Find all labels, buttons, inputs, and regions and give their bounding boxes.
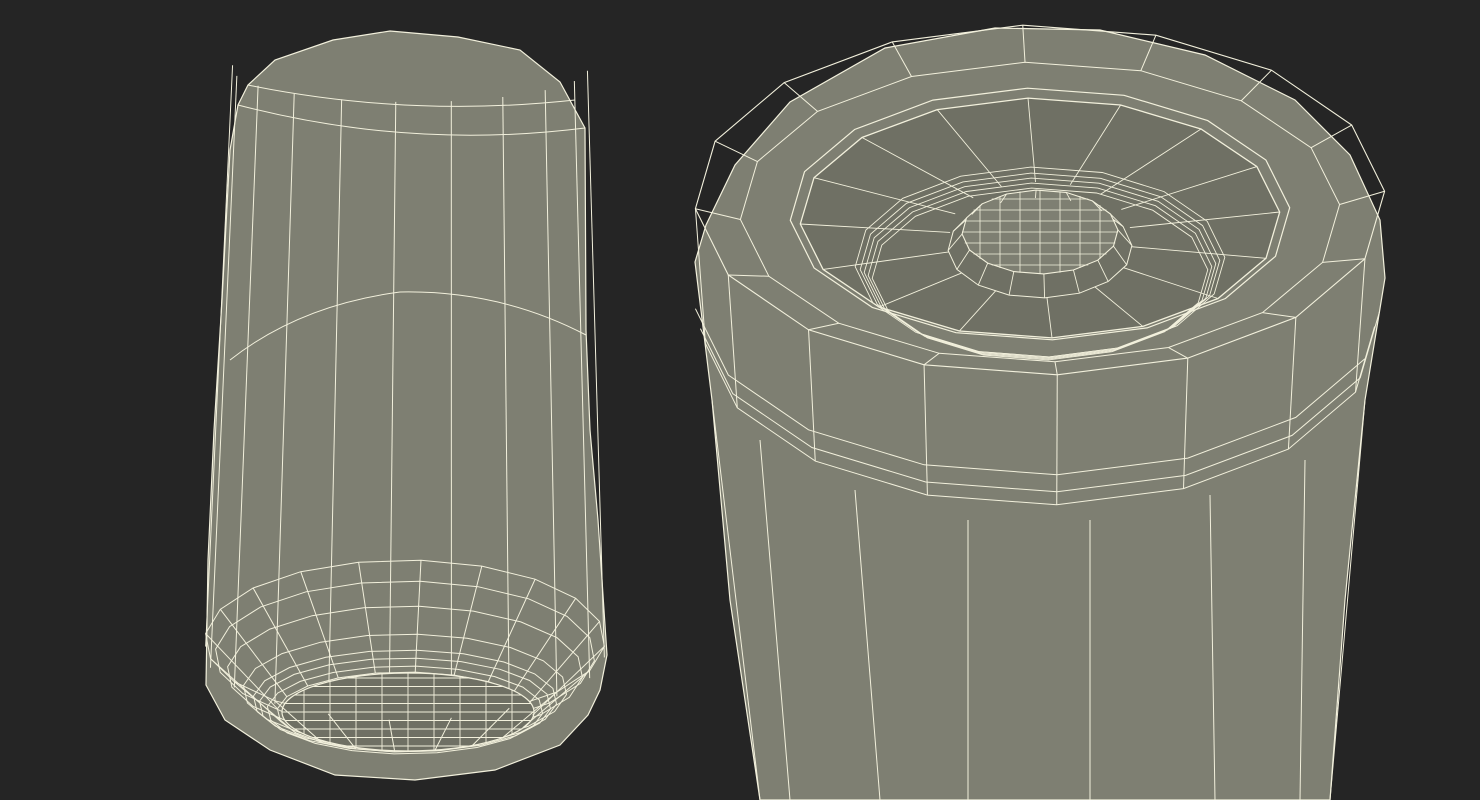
battery-closeup-view [694, 24, 1386, 800]
battery-full-view [205, 30, 608, 781]
render-viewport [0, 0, 1480, 800]
battery-body-silhouette [205, 30, 608, 781]
wireframe-render [0, 0, 1480, 800]
